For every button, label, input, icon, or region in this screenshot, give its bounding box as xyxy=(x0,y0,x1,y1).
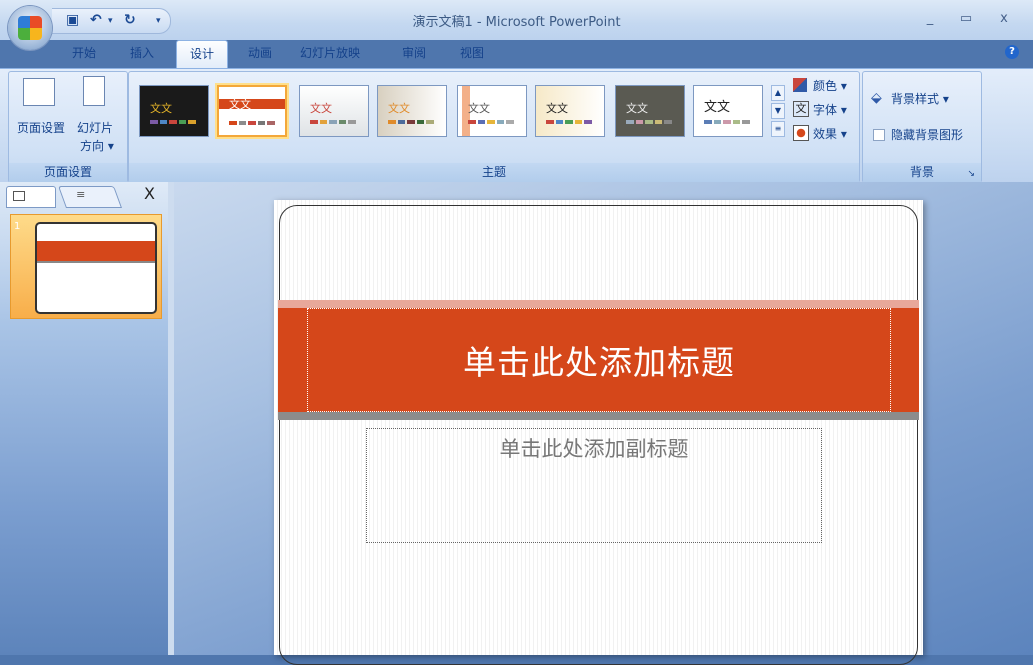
theme-scroll-up-icon[interactable]: ▲ xyxy=(771,85,785,101)
office-logo-icon xyxy=(18,16,42,40)
theme-thumb-4[interactable]: 文文 xyxy=(377,85,447,137)
theme-thumb-6[interactable]: 文文 xyxy=(535,85,605,137)
background-styles-button[interactable]: 背景样式 ▾ xyxy=(891,90,949,107)
office-button[interactable] xyxy=(8,6,52,50)
page-setup-button[interactable]: 页面设置 xyxy=(17,119,65,136)
colors-icon xyxy=(793,78,807,92)
theme-thumb-5[interactable]: 文文 xyxy=(457,85,527,137)
tab-slideshow[interactable]: 幻灯片放映 xyxy=(288,40,372,67)
subtitle-placeholder[interactable]: 单击此处添加副标题 xyxy=(366,428,822,543)
theme-thumb-8[interactable]: 文文 xyxy=(693,85,763,137)
slide-orientation-icon[interactable] xyxy=(83,76,105,106)
help-icon[interactable]: ? xyxy=(1005,45,1019,59)
tab-design[interactable]: 设计 xyxy=(176,40,228,68)
background-group-label: 背景 xyxy=(863,163,981,182)
window-title: 演示文稿1 - Microsoft PowerPoint xyxy=(412,15,621,30)
fonts-icon: 文 xyxy=(793,101,809,117)
band-bottom-stripe xyxy=(278,412,919,420)
slide-number: 1 xyxy=(14,221,21,232)
theme-more-icon[interactable]: ≡ xyxy=(771,121,785,137)
hide-background-checkbox[interactable] xyxy=(873,129,885,141)
minimize-button[interactable]: _ xyxy=(919,11,941,26)
slide-orientation-dropdown[interactable]: 方向 ▾ xyxy=(80,137,114,154)
title-placeholder[interactable]: 单击此处添加标题 xyxy=(307,308,891,412)
close-button[interactable]: x xyxy=(993,11,1015,26)
hide-background-label: 隐藏背景图形 xyxy=(891,128,964,142)
tab-insert[interactable]: 插入 xyxy=(118,40,166,67)
theme-thumb-2-selected[interactable]: 文文 xyxy=(217,85,287,137)
slide-thumbnail-item[interactable]: 1 xyxy=(10,214,162,319)
page-setup-icon[interactable] xyxy=(23,78,55,106)
slide-pane-tabs: ≡ X xyxy=(6,184,166,208)
effects-icon xyxy=(793,125,809,141)
slides-tab-icon xyxy=(13,191,25,201)
tab-home[interactable]: 开始 xyxy=(60,40,108,67)
theme-effects-button[interactable]: 效果 ▾ xyxy=(813,125,847,142)
dialog-launcher-icon[interactable]: ↘ xyxy=(967,169,975,179)
maximize-button[interactable]: ▭ xyxy=(955,11,977,26)
theme-thumb-3[interactable]: 文文 xyxy=(299,85,369,137)
theme-scroll-down-icon[interactable]: ▼ xyxy=(771,103,785,119)
theme-thumb-1[interactable]: 文文 xyxy=(139,85,209,137)
thumb-title-band xyxy=(37,241,155,261)
outline-tab-icon: ≡ xyxy=(76,188,86,201)
ribbon: 页面设置 幻灯片 方向 ▾ 页面设置 文文 文文 文文 文文 文文 文文 文文 … xyxy=(0,68,1033,183)
background-group: ⬙ 背景样式 ▾ 隐藏背景图形 背景 ↘ xyxy=(862,71,982,183)
slide-orientation-button[interactable]: 幻灯片 xyxy=(77,119,113,136)
thumb-band-line xyxy=(37,261,155,263)
theme-fonts-button[interactable]: 字体 ▾ xyxy=(813,101,847,118)
tab-animations[interactable]: 动画 xyxy=(236,40,284,67)
outline-tab[interactable]: ≡ xyxy=(57,186,123,208)
themes-group-label: 主题 xyxy=(129,163,859,182)
slide-thumbnail[interactable] xyxy=(35,222,157,314)
tab-view[interactable]: 视图 xyxy=(448,40,496,67)
page-setup-group: 页面设置 幻灯片 方向 ▾ 页面设置 xyxy=(8,71,128,183)
slides-tab[interactable] xyxy=(6,186,56,208)
theme-colors-button[interactable]: 颜色 ▾ xyxy=(813,77,847,94)
tab-review[interactable]: 审阅 xyxy=(390,40,438,67)
pane-close-button[interactable]: X xyxy=(144,184,155,203)
page-setup-group-label: 页面设置 xyxy=(9,163,127,182)
theme-thumb-7[interactable]: 文文 xyxy=(615,85,685,137)
paint-bucket-icon: ⬙ xyxy=(871,90,882,106)
band-top-stripe xyxy=(278,300,919,308)
themes-group: 文文 文文 文文 文文 文文 文文 文文 文文 ▲ ▼ ≡ 颜色 ▾ 文 字体 … xyxy=(128,71,860,183)
